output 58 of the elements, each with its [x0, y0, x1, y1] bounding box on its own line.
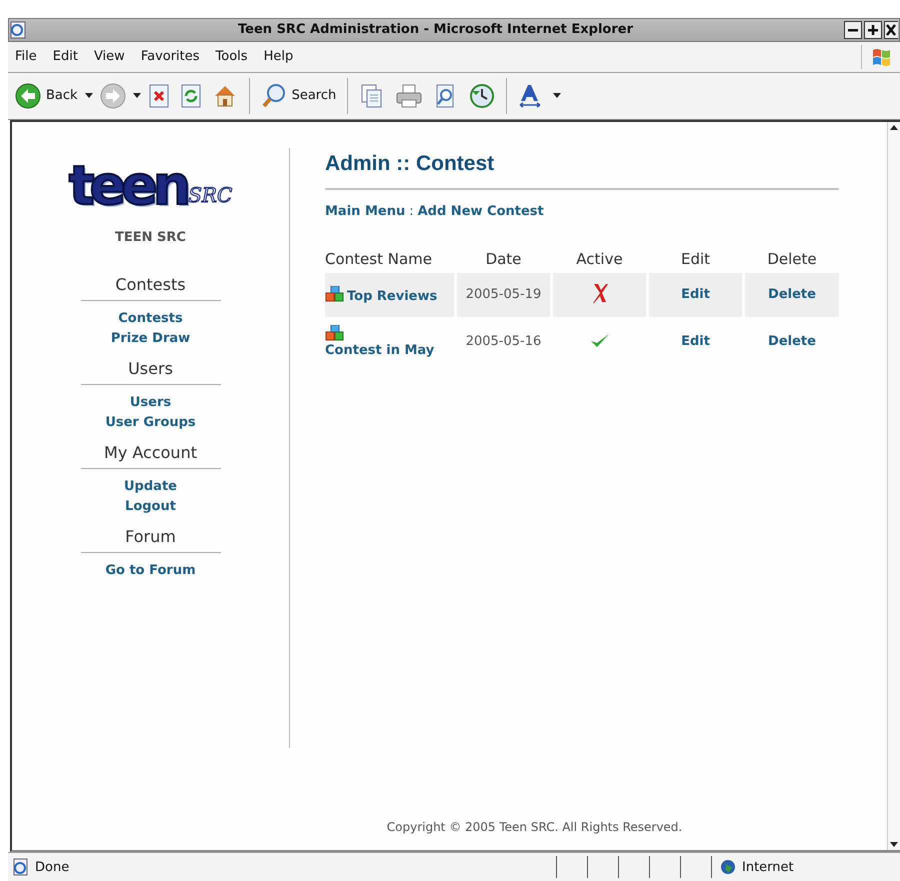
cubes-icon	[325, 286, 345, 302]
sidebar-link[interactable]: User Groups	[105, 412, 196, 433]
site-name: TEEN SRC	[115, 230, 186, 245]
sidebar-link[interactable]: Update	[124, 476, 177, 497]
contest-link[interactable]: Contest in May	[325, 343, 434, 358]
edit-link[interactable]: Edit	[681, 334, 710, 350]
menu-item[interactable]: View	[86, 49, 134, 64]
section-heading: My Account	[80, 442, 220, 469]
menu-item[interactable]: Help	[256, 49, 302, 64]
sidebar-link[interactable]: Prize Draw	[110, 328, 190, 349]
nav-link[interactable]: Add New Contest	[418, 204, 544, 219]
menu-item[interactable]: Tools	[208, 49, 257, 64]
sidebar-link[interactable]: Go to Forum	[105, 560, 196, 581]
clock-icon	[469, 82, 496, 109]
search-icon	[260, 82, 287, 109]
site-logo: teenSRC	[68, 158, 232, 208]
column-header: Edit	[680, 248, 712, 270]
menu-item[interactable]: Edit	[46, 49, 87, 64]
edit-link[interactable]: Edit	[681, 287, 710, 302]
status-text: Done	[35, 860, 70, 875]
date-cell-text: 2005-05-16	[464, 333, 542, 352]
menu-item[interactable]: Favorites	[134, 49, 209, 64]
column-header: Delete	[766, 248, 818, 270]
delete-link[interactable]: Delete	[768, 287, 816, 302]
sidebar-link[interactable]: Logout	[125, 496, 176, 517]
zone-text: Internet	[742, 860, 794, 875]
nav-link[interactable]: Main Menu	[325, 204, 406, 219]
caret-icon[interactable]	[84, 92, 93, 99]
window-title: Teen SRC Administration - Microsoft Internet Explorer	[237, 22, 634, 38]
maximize-icon[interactable]	[864, 20, 882, 39]
menu-item[interactable]: File	[8, 49, 46, 64]
minimize-icon[interactable]	[844, 20, 862, 39]
search-button[interactable]: Search	[258, 80, 340, 111]
date-cell: 2005-05-19	[457, 272, 550, 317]
globe-icon	[720, 859, 736, 876]
scrollbar[interactable]	[887, 122, 900, 850]
delete-link[interactable]: Delete	[768, 334, 816, 350]
section-heading: Users	[80, 358, 220, 385]
printer-icon	[395, 82, 424, 109]
column-header: Date	[484, 248, 522, 270]
sidebar-link[interactable]: Contests	[118, 308, 183, 329]
section-heading: Contests	[80, 274, 220, 301]
section-heading: Forum	[80, 526, 220, 553]
caret-icon[interactable]	[132, 92, 141, 99]
close-icon[interactable]	[884, 20, 898, 39]
page-icon	[12, 858, 30, 876]
refresh-icon	[180, 82, 202, 109]
column-header: Contest Name	[325, 248, 433, 270]
ie-logo-icon	[9, 20, 27, 39]
sidebar-link[interactable]: Users	[130, 392, 172, 413]
page-title: Admin :: Contest	[325, 152, 839, 190]
caret-icon[interactable]	[553, 92, 562, 99]
cubes-icon	[325, 325, 345, 342]
separator: :	[409, 204, 414, 219]
stop-icon	[148, 82, 170, 109]
back-button[interactable]: Back	[12, 80, 81, 111]
column-header: Active	[575, 248, 624, 270]
copyright-text: Copyright © 2005 Teen SRC. All Rights Reserved.	[386, 820, 684, 836]
